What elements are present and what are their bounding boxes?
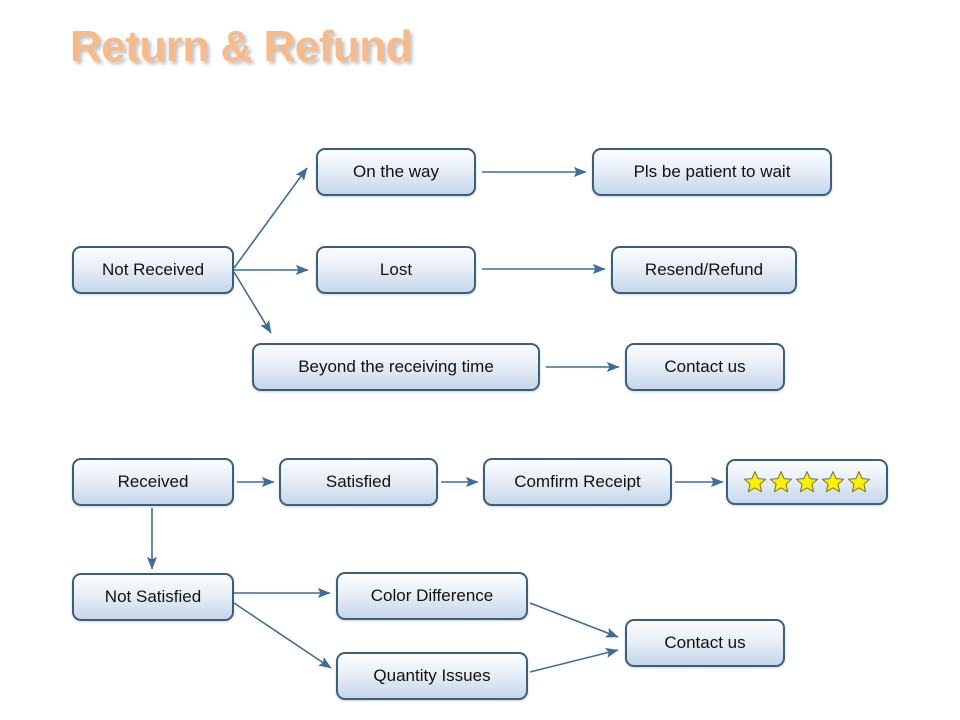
star-icon [795, 470, 819, 494]
node-satisfied[interactable]: Satisfied [279, 458, 438, 506]
arrow-quantity-issues-to-contact-us [529, 647, 619, 673]
page-title: Return & Refund [70, 22, 413, 71]
node-not-received[interactable]: Not Received [72, 246, 234, 294]
node-contact-us-top[interactable]: Contact us [625, 343, 785, 391]
node-label: Resend/Refund [644, 259, 764, 279]
node-label: Contact us [664, 632, 746, 652]
node-resend-refund[interactable]: Resend/Refund [611, 246, 797, 294]
star-icon [821, 470, 845, 494]
node-not-satisfied[interactable]: Not Satisfied [72, 573, 234, 621]
node-label: Lost [379, 259, 413, 279]
node-contact-us-bottom[interactable]: Contact us [625, 619, 785, 667]
node-label: Comfirm Receipt [514, 471, 641, 491]
node-quantity-issues[interactable]: Quantity Issues [336, 652, 528, 700]
node-star-rating[interactable] [726, 459, 888, 505]
node-label: Not Satisfied [104, 586, 202, 606]
arrow-not-satisfied-to-quantity-issues [233, 602, 332, 669]
node-lost[interactable]: Lost [316, 246, 476, 294]
arrow-not-received-to-on-the-way [233, 167, 308, 269]
node-color-difference[interactable]: Color Difference [336, 572, 528, 620]
arrow-color-difference-to-contact-us [529, 602, 619, 638]
node-received[interactable]: Received [72, 458, 234, 506]
node-label: On the way [353, 161, 439, 181]
node-beyond-the-receiving-time[interactable]: Beyond the receiving time [252, 343, 540, 391]
node-label: Pls be patient to wait [633, 161, 791, 181]
star-icon [743, 470, 767, 494]
arrow-not-received-to-beyond-time [233, 271, 272, 334]
node-label: Color Difference [370, 585, 494, 605]
node-label: Contact us [664, 356, 746, 376]
star-icon [847, 470, 871, 494]
flowchart-canvas: Return & Refund Not Received On the way … [0, 0, 960, 720]
node-pls-be-patient-to-wait[interactable]: Pls be patient to wait [592, 148, 832, 196]
node-label: Beyond the receiving time [298, 356, 494, 376]
node-label: Satisfied [325, 471, 392, 491]
node-comfirm-receipt[interactable]: Comfirm Receipt [483, 458, 672, 506]
node-label: Not Received [101, 259, 205, 279]
node-on-the-way[interactable]: On the way [316, 148, 476, 196]
star-icon [769, 470, 793, 494]
node-label: Received [117, 471, 189, 491]
node-label: Quantity Issues [373, 665, 491, 685]
